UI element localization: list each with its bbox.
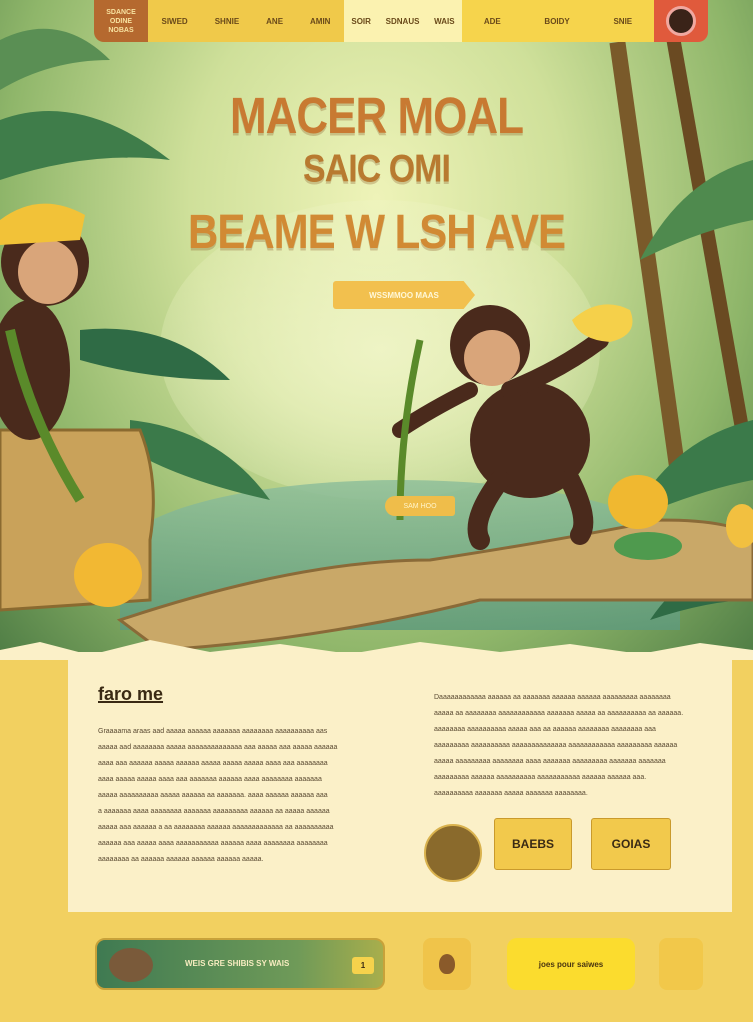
- bottom-pill-button[interactable]: joes pour saiwes: [507, 938, 635, 990]
- bottom-banner-badge: 1: [352, 957, 374, 974]
- content-card: faro me Graaaama araas aad aaaaa aaaaaa …: [68, 652, 732, 912]
- nav-group-secondary: SOIR SDNAUS WAIS: [344, 0, 462, 42]
- nav-link-3[interactable]: ANE: [266, 17, 283, 26]
- right-text-line: aaaaaaaa aaaaaaaaaa aaaaa aaa aa aaaaaa …: [434, 726, 656, 733]
- left-leaf-3: [80, 328, 230, 380]
- left-text-line: a aaaaaaa aaaa aaaaaaaa aaaaaaa aaaaaaaa…: [98, 808, 330, 815]
- hero-title-line-3: BEAME W LSH AVE: [187, 204, 566, 259]
- left-text-line: aaaaaa aaa aaaaa aaaa aaaaaaaaaaa aaaaaa…: [98, 840, 328, 847]
- nav-group-tertiary: ADE BOIDY SNIE: [462, 0, 654, 42]
- logo-line-1: SDANCE: [106, 8, 136, 16]
- right-text-line: aaaaa aaaaaaaaa aaaaaaaa aaaa aaaaaaa aa…: [434, 758, 666, 765]
- nav-link-9[interactable]: BOIDY: [544, 17, 569, 26]
- acorn-icon: [439, 954, 455, 974]
- user-avatar-button[interactable]: [654, 0, 708, 42]
- nav-link-7[interactable]: WAIS: [434, 17, 454, 26]
- nav-group-primary: SIWED SHNIE ANE AMIN: [148, 0, 344, 42]
- leaf-on-branch: [614, 532, 682, 560]
- left-text-line: aaaaaaaa aa aaaaaa aaaaaa aaaaaa aaaaaa …: [98, 856, 264, 863]
- fruit-1: [74, 543, 142, 607]
- hero-cta-button[interactable]: WSSMMOO MAAS: [333, 281, 475, 309]
- nav-link-8[interactable]: ADE: [484, 17, 501, 26]
- nav-link-2[interactable]: SHNIE: [215, 17, 239, 26]
- logo-line-3: NOBAS: [108, 26, 134, 34]
- nav-link-4[interactable]: AMIN: [310, 17, 330, 26]
- landing-page: SDANCE ODINE NOBAS SIWED SHNIE ANE AMIN …: [0, 0, 753, 1022]
- monkey-avatar: [424, 824, 482, 882]
- center-monkey-leg-right: [560, 470, 594, 545]
- left-text-line: aaaa aaaaa aaaaa aaaa aaa aaaaaaa aaaaaa…: [98, 776, 322, 783]
- baebs-button[interactable]: BAEBS: [494, 818, 572, 870]
- site-logo[interactable]: SDANCE ODINE NOBAS: [94, 0, 148, 42]
- card-right-column: Daaaaaaaaaaaa aaaaaa aa aaaaaaa aaaaaa a…: [434, 690, 696, 802]
- left-text-line: aaaaa aaaaaaaaaa aaaaa aaaaaa aa aaaaaaa…: [98, 792, 328, 799]
- right-text-line: aaaaaaaaa aaaaaaaaaa aaaaaaaaaaaaaa aaaa…: [434, 742, 678, 749]
- left-text-line: aaaaa aaa aaaaaa a aa aaaaaaaa aaaaaa aa…: [98, 824, 334, 831]
- held-fruit: [572, 304, 633, 342]
- bottom-banner-button[interactable]: WEIS GRE SHIBIS SY WAIS 1: [95, 938, 385, 990]
- monkey-icon: [109, 948, 153, 982]
- card-heading: faro me: [98, 684, 164, 704]
- right-text-line: Daaaaaaaaaaaa aaaaaa aa aaaaaaa aaaaaa a…: [434, 694, 671, 701]
- bottom-banner-label: WEIS GRE SHIBIS SY WAIS: [185, 959, 290, 968]
- fruit-2: [608, 475, 668, 529]
- bottom-square-button[interactable]: [659, 938, 703, 990]
- top-navigation: SDANCE ODINE NOBAS SIWED SHNIE ANE AMIN …: [94, 0, 708, 42]
- goias-button[interactable]: GOIAS: [591, 818, 671, 870]
- center-monkey-leg: [467, 470, 510, 550]
- nav-link-5[interactable]: SOIR: [351, 17, 371, 26]
- left-text-line: aaaa aaa aaaaaa aaaaa aaaaaa aaaaa aaaaa…: [98, 760, 328, 767]
- nav-link-1[interactable]: SIWED: [161, 17, 187, 26]
- acorn-button[interactable]: [423, 938, 471, 990]
- hero-title-line-1: MACER MOAL: [229, 88, 524, 145]
- left-text-line: Graaaama araas aad aaaaa aaaaaa aaaaaaa …: [98, 728, 328, 735]
- right-text-line: aaaaaaaaaa aaaaaaa aaaaa aaaaaaa aaaaaaa…: [434, 790, 588, 797]
- right-text-line: aaaaa aa aaaaaaaa aaaaaaaaaaaa aaaaaaa a…: [434, 710, 684, 717]
- right-text-line: aaaaaaaaa aaaaaa aaaaaaaaaa aaaaaaaaaaa …: [434, 774, 647, 781]
- hero-tag-button[interactable]: SAM HOO: [385, 496, 455, 516]
- nav-link-10[interactable]: SNIE: [613, 17, 632, 26]
- center-monkey-face: [464, 330, 520, 386]
- left-text-line: aaaaa aad aaaaaaaa aaaaa aaaaaaaaaaaaaa …: [98, 744, 338, 751]
- card-left-column: Graaaama araas aad aaaaa aaaaaa aaaaaaa …: [98, 724, 364, 868]
- nav-link-6[interactable]: SDNAUS: [386, 17, 420, 26]
- logo-line-2: ODINE: [109, 17, 133, 25]
- hero-title-line-2: SAIC OMI: [303, 147, 451, 191]
- monkey-face-icon: [666, 6, 696, 36]
